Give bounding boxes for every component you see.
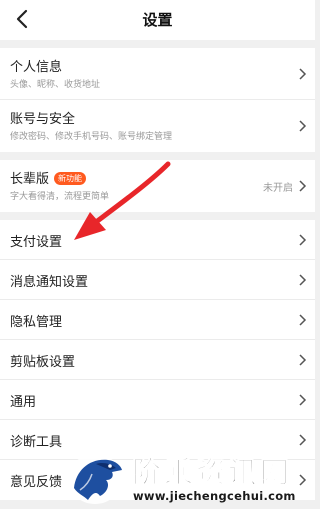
row-subtitle: 头像、昵称、收货地址 bbox=[10, 80, 101, 90]
chevron-right-icon bbox=[299, 68, 307, 80]
settings-row-clipboard[interactable]: 剪贴板设置 bbox=[0, 340, 315, 380]
row-label: 意见反馈 bbox=[10, 475, 63, 490]
status-text: 未开启 bbox=[263, 183, 293, 194]
chevron-right-icon bbox=[299, 354, 307, 366]
eagle-logo-icon bbox=[68, 454, 122, 504]
row-subtitle: 修改密码、修改手机号码、账号绑定管理 bbox=[10, 132, 173, 142]
settings-row-account-security[interactable]: 账号与安全 修改密码、修改手机号码、账号绑定管理 bbox=[0, 100, 315, 152]
settings-row-payment[interactable]: 支付设置 bbox=[0, 220, 315, 260]
watermark-title: 阶乘资讯网 bbox=[131, 455, 293, 490]
row-label: 通用 bbox=[10, 395, 37, 410]
chevron-right-icon bbox=[299, 394, 307, 406]
settings-row-personal-info[interactable]: 个人信息 头像、昵称、收货地址 bbox=[0, 48, 315, 100]
chevron-right-icon bbox=[299, 180, 307, 192]
row-label-wrap: 长辈版 新功能 bbox=[10, 168, 87, 187]
settings-row-privacy[interactable]: 隐私管理 bbox=[0, 300, 315, 340]
row-label: 隐私管理 bbox=[10, 315, 63, 330]
page-title: 设置 bbox=[142, 11, 173, 29]
watermark-url: www.jiechengcehui.com bbox=[133, 489, 296, 503]
settings-group-account: 个人信息 头像、昵称、收货地址 账号与安全 修改密码、修改手机号码、账号绑定管理 bbox=[0, 48, 315, 152]
new-feature-badge: 新功能 bbox=[54, 172, 87, 185]
row-label: 长辈版 bbox=[10, 172, 50, 187]
chevron-right-icon bbox=[299, 120, 307, 132]
row-label: 剪贴板设置 bbox=[10, 355, 76, 370]
row-label: 支付设置 bbox=[10, 235, 63, 250]
settings-row-general[interactable]: 通用 bbox=[0, 380, 315, 420]
row-subtitle: 字大看得清，流程更简单 bbox=[10, 192, 110, 202]
chevron-right-icon bbox=[299, 234, 307, 246]
settings-row-notifications[interactable]: 消息通知设置 bbox=[0, 260, 315, 300]
row-label: 账号与安全 bbox=[10, 112, 76, 127]
chevron-right-icon bbox=[299, 434, 307, 446]
row-label: 诊断工具 bbox=[10, 435, 63, 450]
settings-row-elder-mode[interactable]: 长辈版 新功能 字大看得清，流程更简单 未开启 bbox=[0, 160, 315, 212]
chevron-right-icon bbox=[299, 274, 307, 286]
chevron-right-icon bbox=[299, 314, 307, 326]
settings-group-elder-mode: 长辈版 新功能 字大看得清，流程更简单 未开启 bbox=[0, 160, 315, 212]
header-bar: 设置 bbox=[0, 0, 315, 40]
row-label: 个人信息 bbox=[10, 60, 63, 75]
watermark: 阶乘资讯网 www.jiechengcehui.com bbox=[66, 447, 315, 509]
row-label: 消息通知设置 bbox=[10, 275, 89, 290]
